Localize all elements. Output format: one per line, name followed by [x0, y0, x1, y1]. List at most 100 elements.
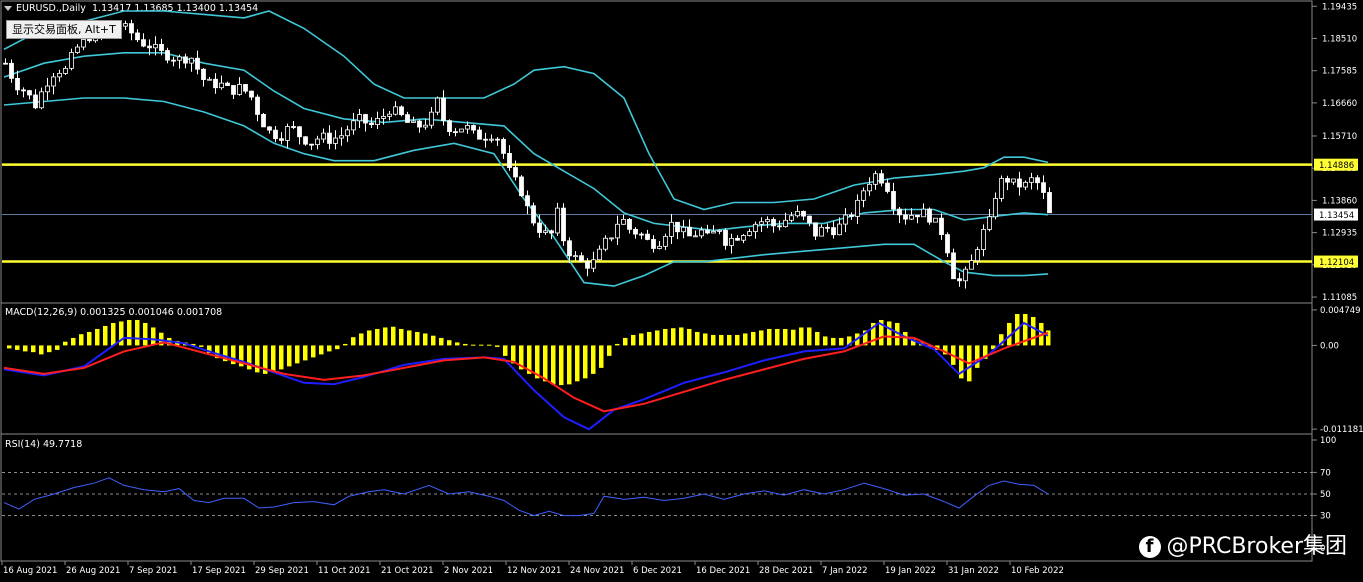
macd-histogram-bar [279, 345, 284, 370]
macd-histogram-bar [319, 345, 324, 355]
macd-histogram-bar [735, 334, 740, 346]
rsi-axis-label: 100 [1320, 436, 1336, 446]
candle-body [879, 173, 884, 184]
candle-body [831, 227, 836, 236]
candle-body [315, 138, 320, 146]
candle-body [1005, 178, 1010, 183]
candle-body [21, 89, 26, 92]
candle-body [927, 208, 932, 223]
chart-canvas[interactable]: EURUSD.,Daily 1.13417 1.13685 1.13400 1.… [0, 0, 1363, 582]
macd-histogram-bar [591, 345, 596, 374]
macd-histogram-bar [111, 322, 116, 346]
candle-body [411, 120, 416, 123]
candle-body [1011, 178, 1016, 183]
macd-histogram-bar [367, 330, 372, 346]
candle-body [963, 268, 968, 282]
macd-histogram-bar [639, 333, 644, 346]
candle-body [165, 50, 170, 61]
candle-body [669, 221, 674, 237]
date-axis-label: 28 Dec 2021 [759, 566, 813, 576]
candle-body [549, 230, 554, 234]
macd-histogram-bar [439, 337, 444, 346]
candle-body [429, 111, 434, 126]
candle-body [201, 68, 206, 80]
candle-body [819, 226, 824, 237]
horizontal-level-label: 1.13454 [1319, 211, 1354, 221]
candle-body [975, 249, 980, 262]
candle-body [867, 183, 872, 192]
candle-body [339, 135, 344, 139]
candle-body [501, 139, 506, 154]
macd-histogram-bar [271, 345, 276, 373]
candle-body [183, 56, 188, 64]
macd-histogram-bar [359, 333, 364, 346]
candle-body [369, 122, 374, 126]
candle-body [765, 219, 770, 223]
macd-histogram-bar [727, 334, 732, 346]
candle-body [273, 129, 278, 140]
candle-body [615, 223, 620, 239]
macd-histogram-bar [351, 337, 356, 346]
candle-body [993, 198, 998, 218]
candle-body [261, 114, 266, 128]
triangle-down-icon[interactable] [4, 6, 12, 11]
candle-body [135, 32, 140, 41]
candle-body [123, 23, 128, 27]
watermark-text: @PRCBroker集团 [1166, 534, 1347, 559]
candle-body [177, 56, 182, 61]
macd-histogram-bar [455, 342, 460, 346]
rsi-axis-label: 70 [1320, 468, 1331, 478]
candle-body [237, 84, 242, 95]
candle-body [861, 190, 866, 201]
candle-body [447, 120, 452, 133]
macd-histogram-bar [31, 345, 36, 353]
date-axis-label: 6 Dec 2021 [633, 566, 682, 576]
candle-body [441, 97, 446, 122]
candle-body [477, 129, 482, 140]
macd-histogram-bar [71, 337, 76, 346]
candle-body [87, 39, 92, 42]
candle-body [609, 237, 614, 240]
date-axis-label: 31 Jan 2022 [948, 566, 999, 576]
candle-body [705, 229, 710, 234]
candle-body [33, 94, 38, 109]
candle-body [849, 214, 854, 217]
macd-histogram-bar [79, 334, 84, 346]
candle-body [39, 91, 44, 109]
candle-body [81, 39, 86, 48]
candle-body [483, 138, 488, 141]
candle-body [789, 215, 794, 221]
macd-histogram-bar [135, 319, 140, 346]
candle-body [843, 214, 848, 225]
candle-body [783, 219, 788, 228]
macd-histogram-bar [559, 345, 564, 386]
date-axis-label: 21 Oct 2021 [381, 566, 434, 576]
candle-body [159, 43, 164, 51]
macd-histogram-bar [343, 343, 348, 346]
macd-histogram-bar [775, 328, 780, 346]
macd-histogram-bar [751, 331, 756, 346]
candle-body [375, 117, 380, 126]
rsi-line [3, 477, 1049, 517]
candle-body [627, 219, 632, 230]
macd-axis-label: 0.00 [1320, 341, 1339, 351]
candle-body [945, 234, 950, 254]
macd-histogram-bar [255, 345, 260, 373]
macd-histogram-bar [447, 340, 452, 346]
price-axis-label: 1.11085 [1322, 293, 1357, 303]
macd-histogram-bar [431, 335, 436, 346]
candle-body [933, 217, 938, 223]
candle-body [63, 67, 68, 74]
candle-body [969, 260, 974, 270]
candle-body [681, 226, 686, 233]
candle-body [915, 215, 920, 218]
macd-histogram-bar [607, 345, 612, 356]
macd-histogram-bar [551, 345, 556, 385]
macd-histogram-bar [743, 333, 748, 346]
candle-body [75, 46, 80, 53]
candle-body [1023, 181, 1028, 188]
candle-body [27, 90, 32, 96]
trade-panel-button[interactable]: 显示交易面板, Alt+T [6, 20, 122, 39]
candle-body [333, 137, 338, 144]
macd-histogram-bar [791, 329, 796, 346]
